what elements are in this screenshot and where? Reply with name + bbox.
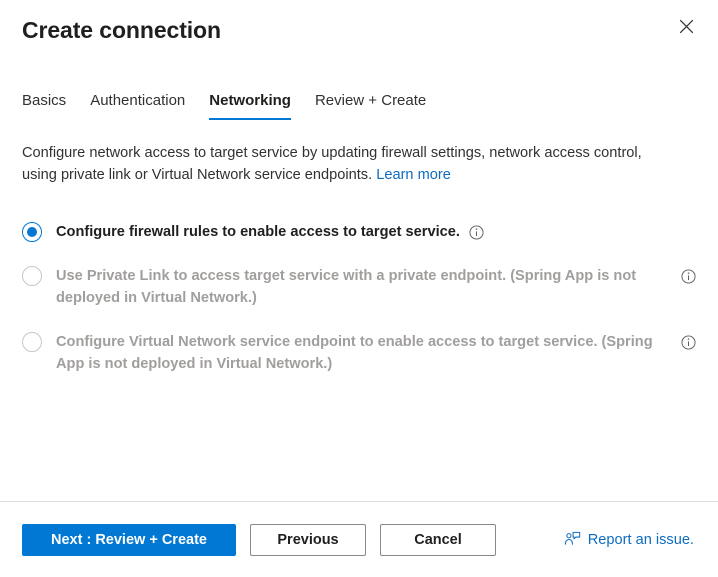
- blade-body: Configure network access to target servi…: [0, 142, 718, 375]
- info-icon-vnet-service-endpoint[interactable]: [681, 335, 696, 350]
- tab-review-create[interactable]: Review + Create: [303, 91, 438, 120]
- feedback-person-icon: [564, 531, 581, 548]
- network-access-radio-group: Configure firewall rules to enable acces…: [22, 221, 696, 375]
- radio-option-firewall-rules[interactable]: Configure firewall rules to enable acces…: [22, 221, 696, 243]
- radio-button-private-link: [22, 266, 42, 286]
- radio-option-private-link: Use Private Link to access target servic…: [22, 265, 696, 309]
- tab-bar: Basics Authentication Networking Review …: [0, 86, 718, 120]
- description-text: Configure network access to target servi…: [22, 142, 672, 186]
- radio-label-private-link: Use Private Link to access target servic…: [56, 268, 637, 306]
- tab-authentication[interactable]: Authentication: [78, 91, 197, 120]
- radio-button-vnet-service-endpoint: [22, 332, 42, 352]
- report-an-issue-label: Report an issue.: [587, 531, 694, 548]
- learn-more-link[interactable]: Learn more: [376, 167, 451, 183]
- blade-footer: Next : Review + Create Previous Cancel R…: [0, 501, 718, 577]
- description-body: Configure network access to target servi…: [22, 145, 642, 183]
- radio-label-wrapper-firewall-rules: Configure firewall rules to enable acces…: [56, 221, 696, 243]
- radio-label-firewall-rules: Configure firewall rules to enable acces…: [56, 224, 460, 240]
- page-title: Create connection: [22, 17, 221, 43]
- radio-button-firewall-rules[interactable]: [22, 222, 42, 242]
- radio-option-vnet-service-endpoint: Configure Virtual Network service endpoi…: [22, 331, 696, 375]
- previous-button[interactable]: Previous: [250, 523, 366, 556]
- next-review-create-button[interactable]: Next : Review + Create: [22, 523, 236, 556]
- tab-basics[interactable]: Basics: [22, 91, 78, 120]
- close-icon: [679, 19, 694, 37]
- cancel-button[interactable]: Cancel: [380, 523, 496, 556]
- info-icon-private-link[interactable]: [681, 269, 696, 284]
- blade-header: Create connection: [0, 0, 718, 52]
- radio-label-vnet-service-endpoint: Configure Virtual Network service endpoi…: [56, 334, 653, 372]
- report-an-issue-link[interactable]: Report an issue.: [564, 531, 696, 548]
- info-icon-firewall-rules[interactable]: [469, 224, 484, 240]
- close-button[interactable]: [670, 12, 702, 44]
- tab-networking[interactable]: Networking: [197, 91, 303, 120]
